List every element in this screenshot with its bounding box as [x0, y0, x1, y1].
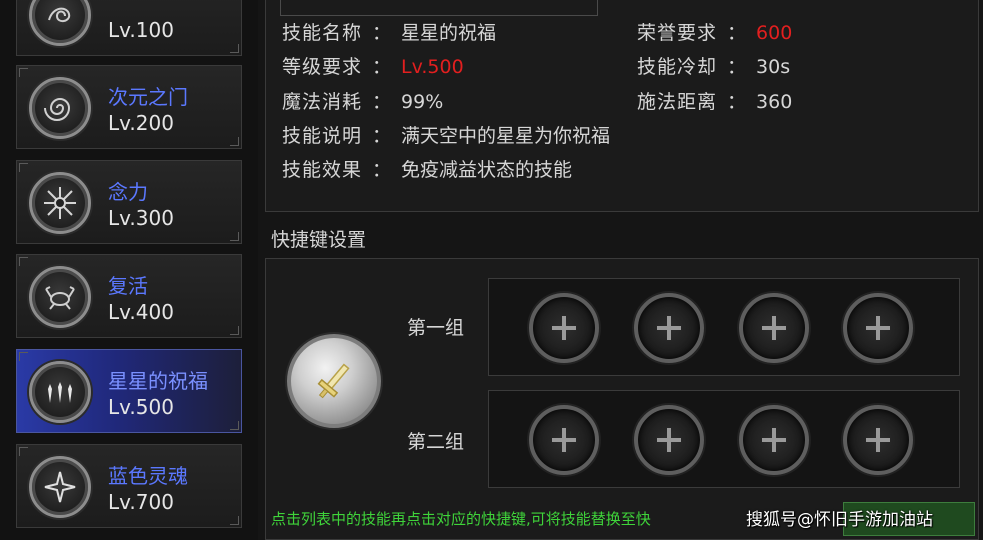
shortcut-slot-2-4[interactable]: [843, 405, 913, 475]
triple-star-icon: [29, 361, 91, 423]
value: 满天空中的星星为你祝福: [401, 125, 611, 147]
group1-slots: [488, 278, 960, 376]
separator: ：: [727, 91, 747, 113]
skill-card-2[interactable]: 次元之门 Lv.200: [16, 65, 242, 149]
swirl-rune-icon: [29, 0, 91, 46]
info-range: 施法距离 ： 360: [637, 87, 792, 114]
value: Lv.500: [401, 56, 464, 78]
spiked-burst-icon: [29, 172, 91, 234]
sword-icon: [317, 363, 350, 399]
separator: ：: [372, 159, 392, 181]
shortcut-slot-1-1[interactable]: [529, 293, 599, 363]
skill-level: Lv.200: [108, 111, 174, 135]
value: 星星的祝福: [401, 22, 497, 44]
value: 360: [756, 91, 793, 113]
shortcut-slot-2-3[interactable]: [739, 405, 809, 475]
skill-level: Lv.400: [108, 300, 174, 324]
skill-name: 蓝色灵魂: [108, 464, 188, 488]
skill-level: Lv.700: [108, 490, 174, 514]
shortcut-slot-2-1[interactable]: [529, 405, 599, 475]
separator: ：: [372, 56, 392, 78]
skill-level: Lv.500: [108, 395, 174, 419]
skill-name: 复活: [108, 274, 148, 298]
separator: ：: [372, 22, 392, 44]
shortcut-slot-1-4[interactable]: [843, 293, 913, 363]
vortex-icon: [29, 77, 91, 139]
label: 技能效果: [282, 159, 363, 181]
info-mana: 魔法消耗 ： 99%: [282, 87, 443, 114]
current-skill-slot[interactable]: [287, 334, 381, 428]
group2-label: 第二组: [407, 431, 465, 453]
shortcut-hint: 点击列表中的技能再点击对应的快捷键,可将技能替换至快: [271, 510, 651, 528]
label: 施法距离: [637, 91, 718, 113]
separator: ：: [372, 125, 392, 147]
value: 99%: [401, 91, 444, 113]
separator: ：: [727, 56, 747, 78]
group2-slots: [488, 390, 960, 488]
skill-list: Lv.100 次元之门 Lv.200 念力 Lv.300 复活 Lv.400 星…: [0, 0, 258, 540]
label: 技能冷却: [637, 56, 718, 78]
shortcut-title: 快捷键设置: [271, 229, 367, 251]
label: 等级要求: [282, 56, 363, 78]
value: 免疫减益状态的技能: [401, 159, 573, 181]
four-point-star-icon: [29, 456, 91, 518]
panel-tab-decoration: [280, 0, 598, 16]
info-effect: 技能效果 ： 免疫减益状态的技能: [282, 155, 572, 182]
group1-label: 第一组: [407, 317, 465, 339]
skill-card-5[interactable]: 星星的祝福 Lv.500: [16, 349, 242, 433]
skill-card-1[interactable]: Lv.100: [16, 0, 242, 56]
info-description: 技能说明 ： 满天空中的星星为你祝福: [282, 121, 610, 148]
separator: ：: [727, 22, 747, 44]
info-skill-name: 技能名称 ： 星星的祝福: [282, 18, 496, 45]
skill-level: Lv.300: [108, 206, 174, 230]
shortcut-slot-1-2[interactable]: [634, 293, 704, 363]
shortcut-slot-1-3[interactable]: [739, 293, 809, 363]
crab-rune-icon: [29, 266, 91, 328]
value: 600: [756, 22, 793, 44]
skill-name: 星星的祝福: [108, 369, 208, 393]
skill-card-4[interactable]: 复活 Lv.400: [16, 254, 242, 338]
skill-name: 念力: [108, 180, 148, 204]
skill-level: Lv.100: [108, 18, 174, 42]
separator: ：: [372, 91, 392, 113]
label: 技能名称: [282, 22, 363, 44]
watermark: 搜狐号@怀旧手游加油站: [746, 510, 933, 530]
skill-name: 次元之门: [108, 85, 188, 109]
info-level-req: 等级要求 ： Lv.500: [282, 52, 464, 79]
label: 魔法消耗: [282, 91, 363, 113]
skill-card-3[interactable]: 念力 Lv.300: [16, 160, 242, 244]
info-cooldown: 技能冷却 ： 30s: [637, 52, 790, 79]
label: 技能说明: [282, 125, 363, 147]
info-honor: 荣誉要求 ： 600: [637, 18, 792, 45]
value: 30s: [756, 56, 791, 78]
label: 荣誉要求: [637, 22, 718, 44]
shortcut-slot-2-2[interactable]: [634, 405, 704, 475]
skill-card-6[interactable]: 蓝色灵魂 Lv.700: [16, 444, 242, 528]
